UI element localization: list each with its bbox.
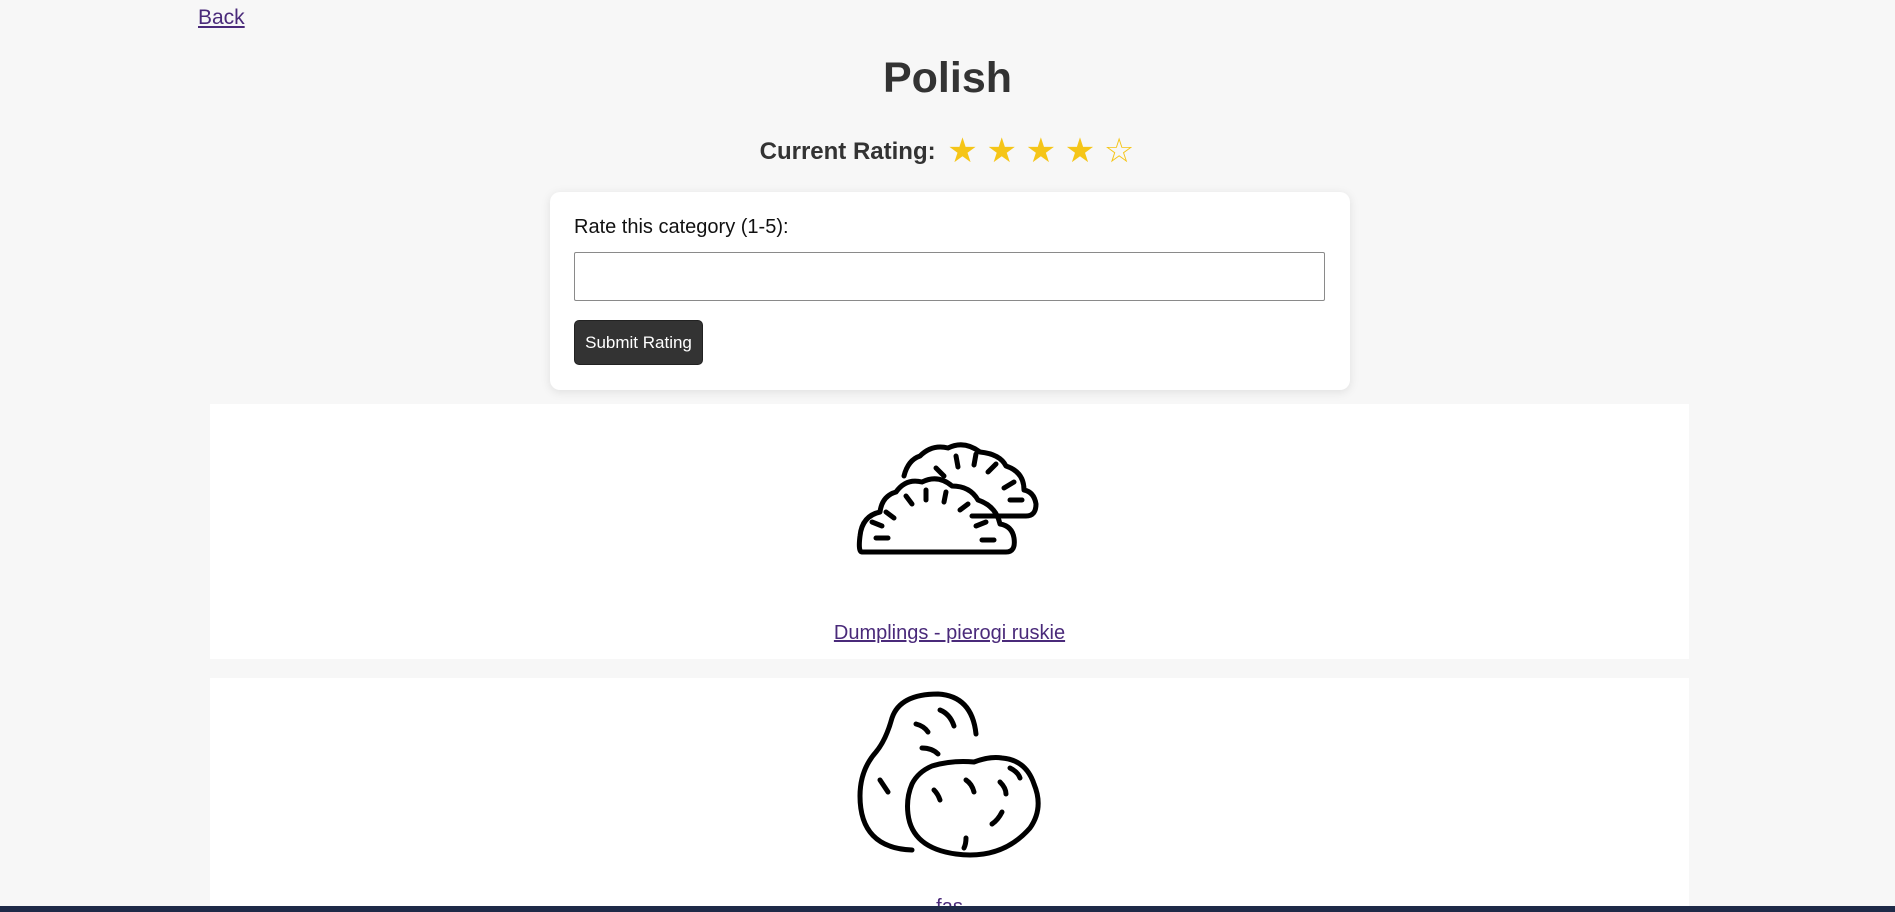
rating-stars: ★ ★ ★ ★ ☆ [946, 134, 1135, 169]
current-rating: Current Rating: ★ ★ ★ ★ ☆ [0, 134, 1895, 169]
star-icon: ★ [986, 132, 1017, 170]
star-outline-icon: ☆ [1103, 132, 1135, 170]
rate-label: Rate this category (1-5): [574, 216, 789, 238]
item-card-dumplings: Dumplings - pierogi ruskie [210, 404, 1689, 659]
current-rating-label: Current Rating: [759, 138, 936, 165]
item-link[interactable]: Dumplings - pierogi ruskie [210, 622, 1689, 645]
dumplings-icon [210, 434, 1689, 563]
rate-form-card: Rate this category (1-5): Submit Rating [550, 192, 1350, 390]
rating-input[interactable] [574, 252, 1325, 301]
potatoes-icon [210, 688, 1689, 865]
page: Back Polish Current Rating: ★ ★ ★ ★ ☆ Ra… [0, 0, 1895, 912]
page-title: Polish [882, 54, 1013, 102]
star-icon: ★ [1025, 132, 1057, 170]
star-icon: ★ [947, 132, 978, 170]
back-link[interactable]: Back [198, 6, 245, 30]
bottom-bar [0, 906, 1895, 912]
item-card-potatoes: fas [210, 678, 1689, 912]
star-icon: ★ [1064, 132, 1096, 170]
submit-rating-button[interactable]: Submit Rating [574, 320, 703, 365]
